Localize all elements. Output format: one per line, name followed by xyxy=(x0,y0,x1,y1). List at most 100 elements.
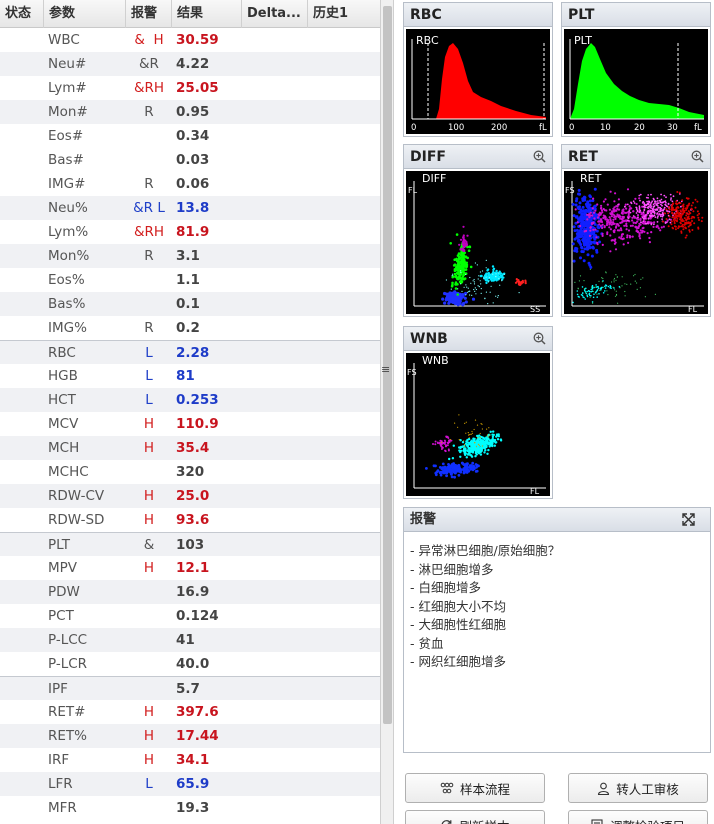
col-header-result[interactable]: 结果 xyxy=(172,0,242,28)
table-row[interactable]: MFR 19.3 xyxy=(0,796,380,820)
scatter-point xyxy=(629,207,632,210)
scatter-point xyxy=(474,450,478,453)
table-body: WBC & H 30.59 Neu# &R 4.22 Lym# &RH 25.05 Mon# R 0.… xyxy=(0,28,380,820)
table-row[interactable]: IMG% R 0.2 xyxy=(0,316,380,340)
diff-scattergram[interactable]: DIFF FL SS xyxy=(406,171,550,314)
table-row[interactable]: HCT L 0.253 xyxy=(0,388,380,412)
param-name: RBC xyxy=(48,345,76,361)
alarm-panel: 报警 - 异常淋巴细胞/原始细胞？ - 淋巴细胞增多 - 白细胞增多 - 红细胞大小不… xyxy=(403,507,711,753)
zoom-in-icon[interactable] xyxy=(533,332,546,345)
scatter-point xyxy=(643,230,646,233)
scatter-point xyxy=(589,268,591,270)
table-row[interactable]: Lym# &RH 25.05 xyxy=(0,76,380,100)
wnb-y-axis-label: FS xyxy=(407,368,417,377)
col-header-status[interactable]: 状态 xyxy=(0,0,44,28)
table-row[interactable]: RBC L 2.28 xyxy=(0,340,380,364)
table-row[interactable]: IMG# R 0.06 xyxy=(0,172,380,196)
plt-histogram[interactable]: PLT 0 10 20 30 fL xyxy=(564,29,708,134)
zoom-in-icon[interactable] xyxy=(691,150,704,163)
scatter-point xyxy=(455,271,459,275)
table-row[interactable]: P-LCR 40.0 xyxy=(0,652,380,676)
scatter-point xyxy=(436,441,439,444)
table-row[interactable]: MCHC 320 xyxy=(0,460,380,484)
table-row[interactable]: Eos% 1.1 xyxy=(0,268,380,292)
col-header-history[interactable]: 历史1 xyxy=(308,0,372,28)
scatter-point xyxy=(604,285,606,288)
scatter-point xyxy=(486,442,489,445)
table-row[interactable]: Mon% R 3.1 xyxy=(0,244,380,268)
table-row[interactable]: RDW-SD H 93.6 xyxy=(0,508,380,532)
table-row[interactable]: MCH H 35.4 xyxy=(0,436,380,460)
sample-flow-button[interactable]: 样本流程 xyxy=(405,773,545,803)
col-header-flag[interactable]: 报警 xyxy=(126,0,172,28)
table-row[interactable]: HGB L 81 xyxy=(0,364,380,388)
table-row[interactable]: Mon# R 0.95 xyxy=(0,100,380,124)
scatter-point xyxy=(477,443,479,445)
result-value: 397.6 xyxy=(176,704,219,720)
table-row[interactable]: MCV H 110.9 xyxy=(0,412,380,436)
scatter-point xyxy=(578,219,582,223)
table-row[interactable]: LFR L 65.9 xyxy=(0,772,380,796)
wnb-scattergram[interactable]: WNB FS FL xyxy=(406,353,550,496)
scatter-point xyxy=(653,221,656,224)
adjust-items-button[interactable]: 调整检验项目 xyxy=(568,810,708,824)
col-header-delta[interactable]: Delta... xyxy=(242,0,308,28)
scatter-point xyxy=(609,218,612,221)
scatter-point xyxy=(518,292,520,294)
table-row[interactable]: WBC & H 30.59 xyxy=(0,28,380,52)
manual-review-button[interactable]: 转人工审核 xyxy=(568,773,708,803)
scatter-point xyxy=(592,228,595,231)
scatter-point xyxy=(648,241,651,244)
scatter-point xyxy=(593,187,597,191)
result-value: 0.124 xyxy=(176,608,219,624)
table-row[interactable]: PDW 16.9 xyxy=(0,580,380,604)
scatter-point xyxy=(657,202,660,205)
expand-icon[interactable] xyxy=(681,512,696,527)
scatter-point xyxy=(652,210,654,212)
scatter-point xyxy=(456,268,459,272)
scatter-point xyxy=(652,203,655,206)
scatter-point xyxy=(671,204,673,207)
table-row[interactable]: RDW-CV H 25.0 xyxy=(0,484,380,508)
table-scrollbar[interactable] xyxy=(380,0,394,824)
table-row[interactable]: PLT & 103 xyxy=(0,532,380,556)
ret-scattergram[interactable]: RET FS FL xyxy=(564,171,708,314)
result-value: 0.95 xyxy=(176,104,210,120)
table-row[interactable]: MPV H 12.1 xyxy=(0,556,380,580)
wnb-panel-title: WNB xyxy=(404,327,552,351)
table-row[interactable]: Neu% &R L 13.8 xyxy=(0,196,380,220)
scatter-point xyxy=(516,280,519,283)
scatter-point xyxy=(604,218,607,221)
scatter-point xyxy=(659,215,662,218)
table-row[interactable]: P-LCC 41 xyxy=(0,628,380,652)
scatter-point xyxy=(670,206,673,209)
table-row[interactable]: Eos# 0.34 xyxy=(0,124,380,148)
scatter-point xyxy=(601,232,604,235)
zoom-in-icon[interactable] xyxy=(533,150,546,163)
table-row[interactable]: RET% H 17.44 xyxy=(0,724,380,748)
table-row[interactable]: RET# H 397.6 xyxy=(0,700,380,724)
table-row[interactable]: PCT 0.124 xyxy=(0,604,380,628)
scatter-point xyxy=(658,210,660,213)
scatter-point xyxy=(480,439,484,442)
scatter-point xyxy=(572,259,576,263)
refresh-sample-button[interactable]: 刷新样本 xyxy=(405,810,545,824)
scatter-point xyxy=(473,278,475,281)
col-header-param[interactable]: 参数 xyxy=(44,0,126,28)
scatter-point xyxy=(689,221,692,224)
table-row[interactable]: Neu# &R 4.22 xyxy=(0,52,380,76)
table-row[interactable]: Bas# 0.03 xyxy=(0,148,380,172)
table-row[interactable]: IRF H 34.1 xyxy=(0,748,380,772)
scatter-point xyxy=(601,234,604,237)
splitter-grip-icon[interactable]: ≡ xyxy=(381,364,390,375)
table-row[interactable]: Lym% &RH 81.9 xyxy=(0,220,380,244)
rbc-histogram[interactable]: RBC 0 100 200 fL xyxy=(406,29,550,134)
scatter-point xyxy=(574,203,578,207)
scatter-point xyxy=(464,422,466,424)
table-row[interactable]: IPF 5.7 xyxy=(0,676,380,700)
scatter-point xyxy=(688,217,691,220)
param-name: IRF xyxy=(48,752,70,768)
table-row[interactable]: Bas% 0.1 xyxy=(0,292,380,316)
scatter-point xyxy=(622,243,625,246)
scatter-point xyxy=(447,294,451,298)
